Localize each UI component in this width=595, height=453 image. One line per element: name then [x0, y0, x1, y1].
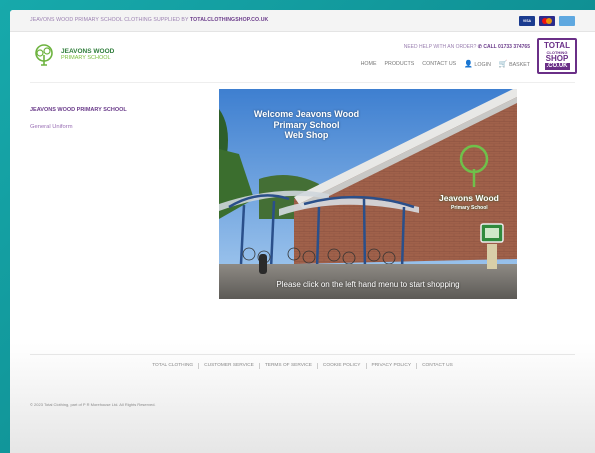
sign-school-name: Jeavons Wood [439, 193, 499, 203]
category-sidebar: JEAVONS WOOD PRIMARY SCHOOL General Unif… [30, 107, 127, 130]
payment-icons: VISA [519, 16, 575, 26]
main-nav: HOME PRODUCTS CONTACT US 👤 LOGIN 🛒 BASKE… [361, 60, 530, 68]
header-divider [30, 82, 575, 83]
nav-products[interactable]: PRODUCTS [385, 61, 415, 67]
tree-icon [35, 44, 53, 66]
logo-name: JEAVONS WOOD [61, 48, 115, 55]
basket-label: BASKET [509, 62, 530, 68]
help-text: NEED HELP WITH AN ORDER? ✆ CALL 01733 37… [404, 44, 530, 50]
brand-line3: SHOP [545, 54, 569, 63]
footer-link-cookie-policy[interactable]: COOKIE POLICY [318, 363, 367, 369]
footer-divider [30, 354, 575, 355]
footer-link-privacy-policy[interactable]: PRIVACY POLICY [367, 363, 418, 369]
hero-caption: Please click on the left hand menu to st… [276, 280, 460, 289]
browser-page: JEAVONS WOOD PRIMARY SCHOOL CLOTHING SUP… [10, 10, 595, 453]
mastercard-icon [539, 16, 555, 26]
nav-login[interactable]: 👤 LOGIN [464, 60, 491, 68]
brand-line1: TOTAL [544, 41, 570, 50]
supplier-link[interactable]: TOTALCLOTHINGSHOP.CO.UK [190, 17, 268, 23]
footer-nav: TOTAL CLOTHING CUSTOMER SERVICE TERMS OF… [10, 363, 595, 369]
nav-contact[interactable]: CONTACT US [422, 61, 456, 67]
footer-link-terms[interactable]: TERMS OF SERVICE [260, 363, 318, 369]
amex-icon [559, 16, 575, 26]
basket-icon: 🛒 [498, 61, 508, 68]
nav-basket[interactable]: 🛒 BASKET [499, 60, 530, 68]
supplier-notice: JEAVONS WOOD PRIMARY SCHOOL CLOTHING SUP… [30, 17, 268, 23]
logo-subtitle: PRIMARY SCHOOL [61, 55, 111, 61]
nav-home[interactable]: HOME [361, 61, 377, 67]
hero-banner: Welcome Jeavons Wood Primary School Web … [219, 89, 517, 299]
footer-link-contact[interactable]: CONTACT US [417, 363, 458, 369]
user-icon: 👤 [464, 61, 473, 68]
total-clothing-logo[interactable]: TOTAL CLOTHING SHOP .CO.UK [537, 38, 577, 74]
footer-link-total-clothing[interactable]: TOTAL CLOTHING [147, 363, 200, 369]
login-label: LOGIN [474, 62, 491, 68]
top-info-bar: JEAVONS WOOD PRIMARY SCHOOL CLOTHING SUP… [10, 10, 595, 32]
hero-welcome-title: Welcome Jeavons Wood Primary School Web … [253, 109, 360, 140]
footer-link-customer-service[interactable]: CUSTOMER SERVICE [199, 363, 260, 369]
sign-school-sub: Primary School [451, 205, 488, 211]
sidebar-title[interactable]: JEAVONS WOOD PRIMARY SCHOOL [30, 107, 127, 113]
sidebar-item-general-uniform[interactable]: General Uniform [30, 124, 127, 130]
copyright-notice: © 2023 Total Clothing, part of P R Moreh… [30, 402, 156, 407]
brand-line4: .CO.UK [544, 63, 570, 70]
supplier-prefix: JEAVONS WOOD PRIMARY SCHOOL CLOTHING SUP… [30, 17, 189, 23]
school-logo[interactable]: JEAVONS WOOD PRIMARY SCHOOL [32, 43, 114, 67]
help-question: NEED HELP WITH AN ORDER? [403, 44, 477, 50]
phone-number[interactable]: CALL 01733 374765 [483, 44, 530, 50]
visa-icon: VISA [519, 16, 535, 26]
footer-fade [10, 343, 595, 453]
